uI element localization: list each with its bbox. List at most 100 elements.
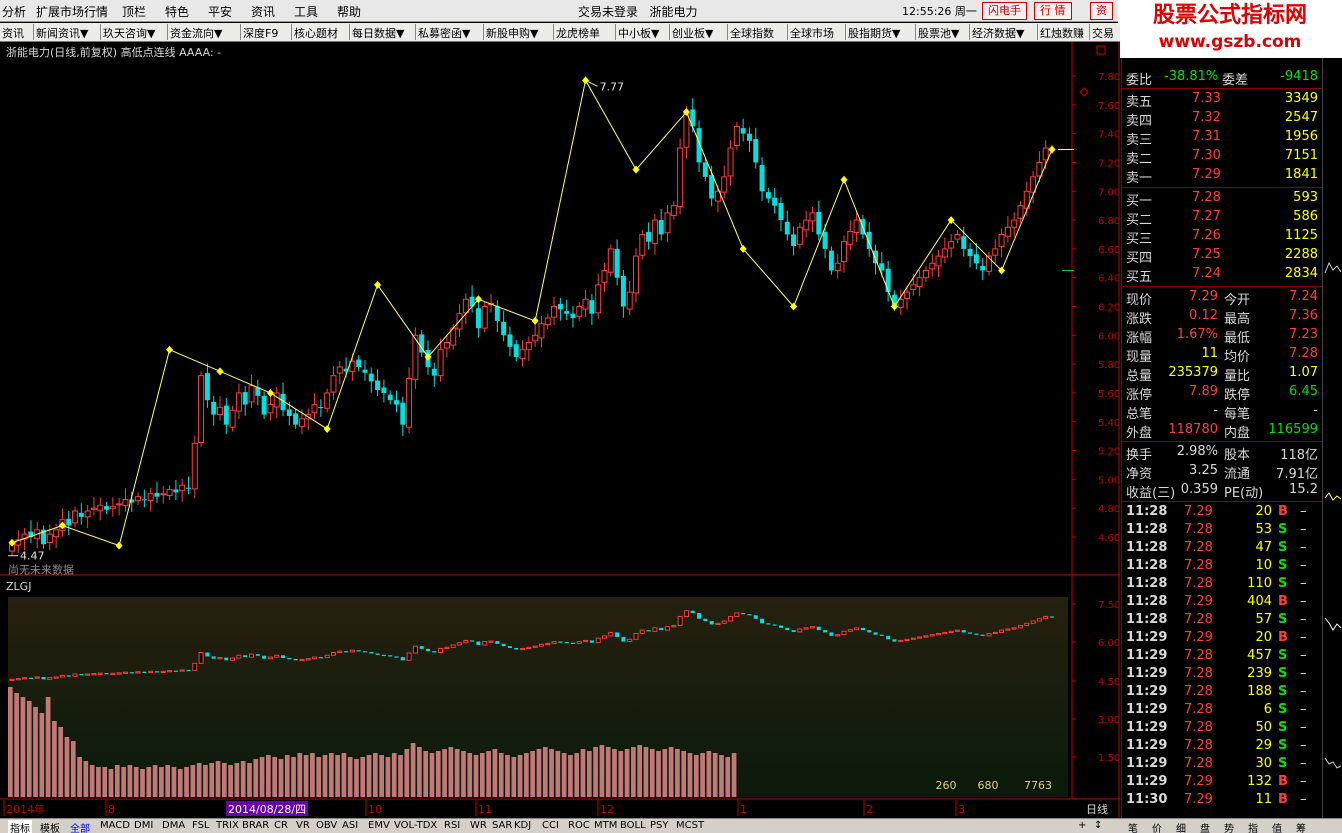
- function-tab-6[interactable]: 核心题材: [294, 25, 338, 41]
- indicator-tab-9[interactable]: BRAR: [242, 820, 269, 831]
- sub-bar: [643, 747, 649, 797]
- menu-help[interactable]: 帮助: [337, 3, 361, 20]
- menu-features[interactable]: 特色: [165, 3, 189, 20]
- panel-tab-7[interactable]: 值: [1272, 820, 1282, 833]
- indicator-tab-6[interactable]: DMA: [162, 820, 185, 831]
- indicator-tab-20[interactable]: CCI: [542, 820, 559, 831]
- indicator-tab-2[interactable]: 模板: [40, 820, 60, 833]
- indicator-tab-22[interactable]: MTM: [594, 820, 617, 831]
- menu-pingan[interactable]: 平安: [208, 3, 232, 20]
- menu-tools[interactable]: 工具: [294, 3, 318, 20]
- function-tab-1[interactable]: 资讯: [2, 25, 24, 41]
- function-tab-16[interactable]: 股票池▼: [918, 25, 959, 41]
- panel-tab-4[interactable]: 盘: [1200, 820, 1210, 833]
- panel-tab-8[interactable]: 筹: [1296, 820, 1306, 833]
- kline-chart[interactable]: 7.80 7.60 7.40 7.20 7.00 6.80 6.60 6.40 6.20 6.00…: [0, 42, 1120, 818]
- function-tab-14[interactable]: 全球市场: [790, 25, 834, 41]
- tick-price: 7.28: [1184, 720, 1213, 735]
- sub-bar: [423, 751, 429, 797]
- sub-bar: [215, 761, 221, 797]
- indicator-tab-7[interactable]: FSL: [192, 820, 210, 831]
- indicator-tab-14[interactable]: EMV: [368, 820, 390, 831]
- sub-candle: [173, 670, 178, 672]
- sub-candle: [205, 652, 210, 657]
- indicator-tab-19[interactable]: KDJ: [514, 820, 531, 831]
- panel-tab-2[interactable]: 价: [1152, 820, 1162, 833]
- zoom-in-icon[interactable]: +: [1078, 820, 1086, 831]
- candle: [796, 222, 803, 249]
- indicator-tab-23[interactable]: BOLL: [620, 820, 646, 831]
- function-tab-9[interactable]: 新股申购▼: [486, 25, 538, 41]
- indicator-tab-11[interactable]: VR: [296, 820, 310, 831]
- sub-candle: [1050, 616, 1054, 618]
- indicator-tab-24[interactable]: PSY: [650, 820, 669, 831]
- function-tab-5[interactable]: 深度F9: [243, 25, 278, 41]
- quote-button[interactable]: 行 情: [1034, 2, 1072, 20]
- function-tab-18[interactable]: 红烛数赚: [1040, 25, 1084, 41]
- indicator-tab-3[interactable]: 全部: [70, 820, 90, 833]
- menu-topbar[interactable]: 顶栏: [122, 3, 146, 20]
- sub-bar: [511, 757, 517, 797]
- trade-button[interactable]: 资: [1090, 2, 1113, 20]
- y-tick-label: 7.20: [1098, 158, 1120, 169]
- sub-bar: [687, 753, 693, 797]
- panel-tab-5[interactable]: 势: [1224, 820, 1234, 833]
- indicator-tab-1[interactable]: 指标: [8, 820, 32, 833]
- sub-bar: [228, 765, 233, 797]
- indicator-tab-15[interactable]: VOL-TDX: [394, 820, 437, 831]
- sub-value: 680: [978, 779, 999, 792]
- indicator-tab-8[interactable]: TRIX: [216, 820, 239, 831]
- function-tab-8[interactable]: 私募密函▼: [418, 25, 470, 41]
- sub-bar: [719, 755, 724, 797]
- indicator-tab-16[interactable]: RSI: [444, 820, 460, 831]
- function-tab-10[interactable]: 龙虎榜单: [556, 25, 600, 41]
- flash-trade-button[interactable]: 闪电手: [982, 2, 1027, 20]
- function-tab-3[interactable]: 玖天咨询▼: [103, 25, 155, 41]
- panel-tab-3[interactable]: 细: [1176, 820, 1186, 833]
- function-tab-7[interactable]: 每日数据▼: [352, 25, 404, 41]
- indicator-tab-10[interactable]: CR: [274, 820, 288, 831]
- function-tab-2[interactable]: 新闻资讯▼: [36, 25, 88, 41]
- menu-news[interactable]: 资讯: [251, 3, 275, 20]
- function-tab-13[interactable]: 全球指数: [730, 25, 774, 41]
- function-tab-15[interactable]: 股指期货▼: [848, 25, 900, 41]
- menu-analysis[interactable]: 分析: [2, 3, 26, 20]
- sub-candle: [760, 618, 765, 624]
- sub-bar: [725, 757, 731, 797]
- indicator-tab-21[interactable]: ROC: [568, 820, 590, 831]
- sub-candle: [72, 673, 78, 677]
- function-tab-12[interactable]: 创业板▼: [672, 25, 713, 41]
- panel-tab-1[interactable]: 笔: [1128, 820, 1138, 833]
- sub-bar: [354, 759, 359, 797]
- function-tab-4[interactable]: 资金流向▼: [170, 25, 222, 41]
- function-tab-17[interactable]: 经济数据▼: [972, 25, 1024, 41]
- sub-bar: [259, 757, 265, 797]
- function-tab-11[interactable]: 中小板▼: [618, 25, 659, 41]
- sub-candle: [91, 673, 97, 676]
- clock: 12:55:26 周一: [902, 5, 977, 18]
- sub-bar: [347, 757, 353, 797]
- indicator-tab-17[interactable]: WR: [470, 820, 487, 831]
- sub-candle: [1011, 627, 1017, 630]
- sub-bar: [435, 751, 441, 797]
- sub-bar: [706, 751, 712, 797]
- indicator-tab-12[interactable]: OBV: [316, 820, 337, 831]
- indicator-tab-18[interactable]: SAR: [492, 820, 512, 831]
- indicator-tab-25[interactable]: MCST: [676, 820, 704, 831]
- bid-price: 7.26: [1192, 228, 1221, 243]
- panel-tab-6[interactable]: 指: [1248, 820, 1258, 833]
- stat-label: 今开: [1224, 293, 1251, 308]
- menu-extended-market[interactable]: 扩展市场行情: [36, 3, 108, 20]
- low-label: 4.47: [20, 550, 45, 563]
- indicator-tab-13[interactable]: ASI: [342, 820, 358, 831]
- fund-label: 收益(三): [1126, 486, 1176, 501]
- function-tab-19[interactable]: 交易: [1092, 25, 1114, 41]
- indicator-tab-4[interactable]: MACD: [100, 820, 130, 831]
- period-label[interactable]: 日线: [1086, 802, 1108, 816]
- trade-tick-row: 11:29 7.28 30 S –: [1122, 755, 1322, 773]
- scroll-icon[interactable]: ↕: [1094, 820, 1102, 831]
- bid-price: 7.24: [1192, 266, 1221, 281]
- indicator-tab-5[interactable]: DMI: [134, 820, 153, 831]
- sub-candle: [514, 647, 519, 650]
- ask-volume: 7151: [1284, 148, 1318, 163]
